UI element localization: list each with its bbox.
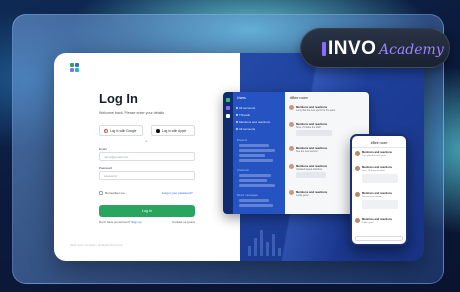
avatar: [355, 192, 360, 197]
sidebar-placeholder: [239, 184, 275, 187]
sidebar-placeholder: [239, 199, 269, 202]
sidebar-item-icon: [236, 121, 238, 123]
message: Mentions and reactions Let's plan the ne…: [289, 105, 365, 119]
mobile-message-input[interactable]: [355, 236, 403, 241]
remember-me[interactable]: Remember me: [99, 191, 125, 195]
avatar: [355, 218, 360, 223]
signup-link[interactable]: Sign up: [131, 220, 141, 224]
app-sidebar: Users All accounts Threads Mentions and …: [233, 92, 285, 214]
sidebar-item[interactable]: Threads: [239, 113, 250, 117]
divider: [352, 147, 406, 148]
message-text: Looks good: [296, 193, 309, 197]
section-projects: Projects: [237, 138, 248, 142]
app-logo-icon: [70, 63, 80, 73]
password-field[interactable]: password: [99, 171, 195, 180]
mobile-message: Mentions and reactions Sure, I'll share …: [355, 166, 405, 186]
message-attachment: [296, 130, 332, 136]
google-icon: [104, 128, 108, 133]
section-direct: Direct messages: [237, 193, 258, 197]
workspace-icon: [226, 98, 230, 102]
sidebar-title: Users: [237, 96, 246, 100]
section-channels: Channels: [237, 168, 249, 172]
workspace-icon: [226, 114, 230, 118]
message-attachment: [362, 174, 398, 183]
avatar: [289, 190, 294, 195]
login-subtitle: Welcome back. Please enter your details: [99, 111, 165, 115]
message-text: Looks good: [362, 221, 374, 224]
avatar: [289, 146, 294, 151]
sidebar-item-icon: [236, 107, 238, 109]
apple-icon: [156, 128, 160, 133]
channel-title: #Bee room: [290, 96, 308, 100]
login-button[interactable]: Log In: [99, 205, 195, 217]
sidebar-item[interactable]: All accounts: [239, 127, 255, 131]
email-field[interactable]: name@email.com: [99, 152, 195, 161]
signup-line: Don't have an account? Sign up: [99, 220, 141, 224]
message-text: Updated layout attached: [296, 167, 322, 171]
brand-mark-icon: [322, 42, 326, 56]
copyright: 2022 Invoo Company. All Rights Reserved: [70, 243, 123, 247]
password-label: Password: [99, 166, 113, 170]
sidebar-placeholder: [239, 204, 273, 207]
sidebar-item[interactable]: All accounts: [239, 106, 255, 110]
brand-badge: INVO Academy: [300, 28, 450, 68]
google-login-button[interactable]: Log in with Google: [99, 125, 143, 136]
message-text: See the new version: [296, 149, 318, 153]
remember-checkbox[interactable]: [99, 191, 103, 195]
google-login-label: Log in with Google: [110, 128, 137, 133]
mobile-channel-title: #Bee room: [370, 141, 388, 145]
contact-link[interactable]: Contact us (pure): [172, 220, 195, 224]
avatar: [289, 164, 294, 169]
avatar: [355, 166, 360, 171]
apple-login-label: Log in with Apple: [162, 128, 187, 133]
signup-prompt: Don't have an account?: [99, 220, 131, 224]
decorative-stripes: [248, 228, 288, 256]
message-text: Sure, I'll share the draft: [296, 125, 321, 129]
message-attachment: [362, 200, 398, 209]
apple-login-button[interactable]: Log in with Apple: [151, 125, 195, 136]
email-label: Email: [99, 147, 107, 151]
mobile-message: Mentions and reactions See the new versi…: [355, 192, 405, 212]
chat-app-preview: Users All accounts Threads Mentions and …: [223, 92, 369, 214]
message-text: Sure, I'll share the draft: [362, 169, 385, 172]
sidebar-placeholder: [239, 179, 267, 182]
sidebar-placeholder: [239, 174, 271, 177]
app-rail: [223, 92, 233, 214]
sidebar-placeholder: [239, 154, 265, 157]
message-attachment: [296, 172, 326, 178]
message-text: Let's plan the next sprint for the team: [296, 108, 336, 112]
message-text: Let's plan the next sprint: [362, 154, 386, 157]
remember-label: Remember me: [105, 191, 125, 195]
sidebar-item[interactable]: Mentions and reactions: [239, 120, 270, 124]
sidebar-placeholder: [239, 159, 273, 162]
avatar: [289, 122, 294, 127]
login-title: Log In: [99, 91, 138, 106]
mobile-message: Mentions and reactions Looks good: [355, 218, 405, 228]
brand-name: INVO: [328, 38, 377, 59]
sidebar-item-icon: [236, 128, 238, 130]
brand-subtitle: Academy: [379, 42, 444, 58]
mobile-preview: #Bee room Mentions and reactions Let's p…: [350, 134, 408, 246]
sidebar-item-icon: [236, 114, 238, 116]
or-divider: or: [145, 139, 148, 143]
forgot-password-link[interactable]: Forgot your password?: [162, 191, 193, 195]
avatar: [289, 105, 294, 110]
message-text: See the new version: [362, 195, 382, 198]
sidebar-placeholder: [239, 149, 275, 152]
mobile-message: Mentions and reactions Let's plan the ne…: [355, 151, 405, 161]
sidebar-placeholder: [239, 144, 269, 147]
workspace-icon: [226, 106, 230, 110]
avatar: [355, 151, 360, 156]
login-panel: Log In Welcome back. Please enter your d…: [54, 53, 240, 261]
